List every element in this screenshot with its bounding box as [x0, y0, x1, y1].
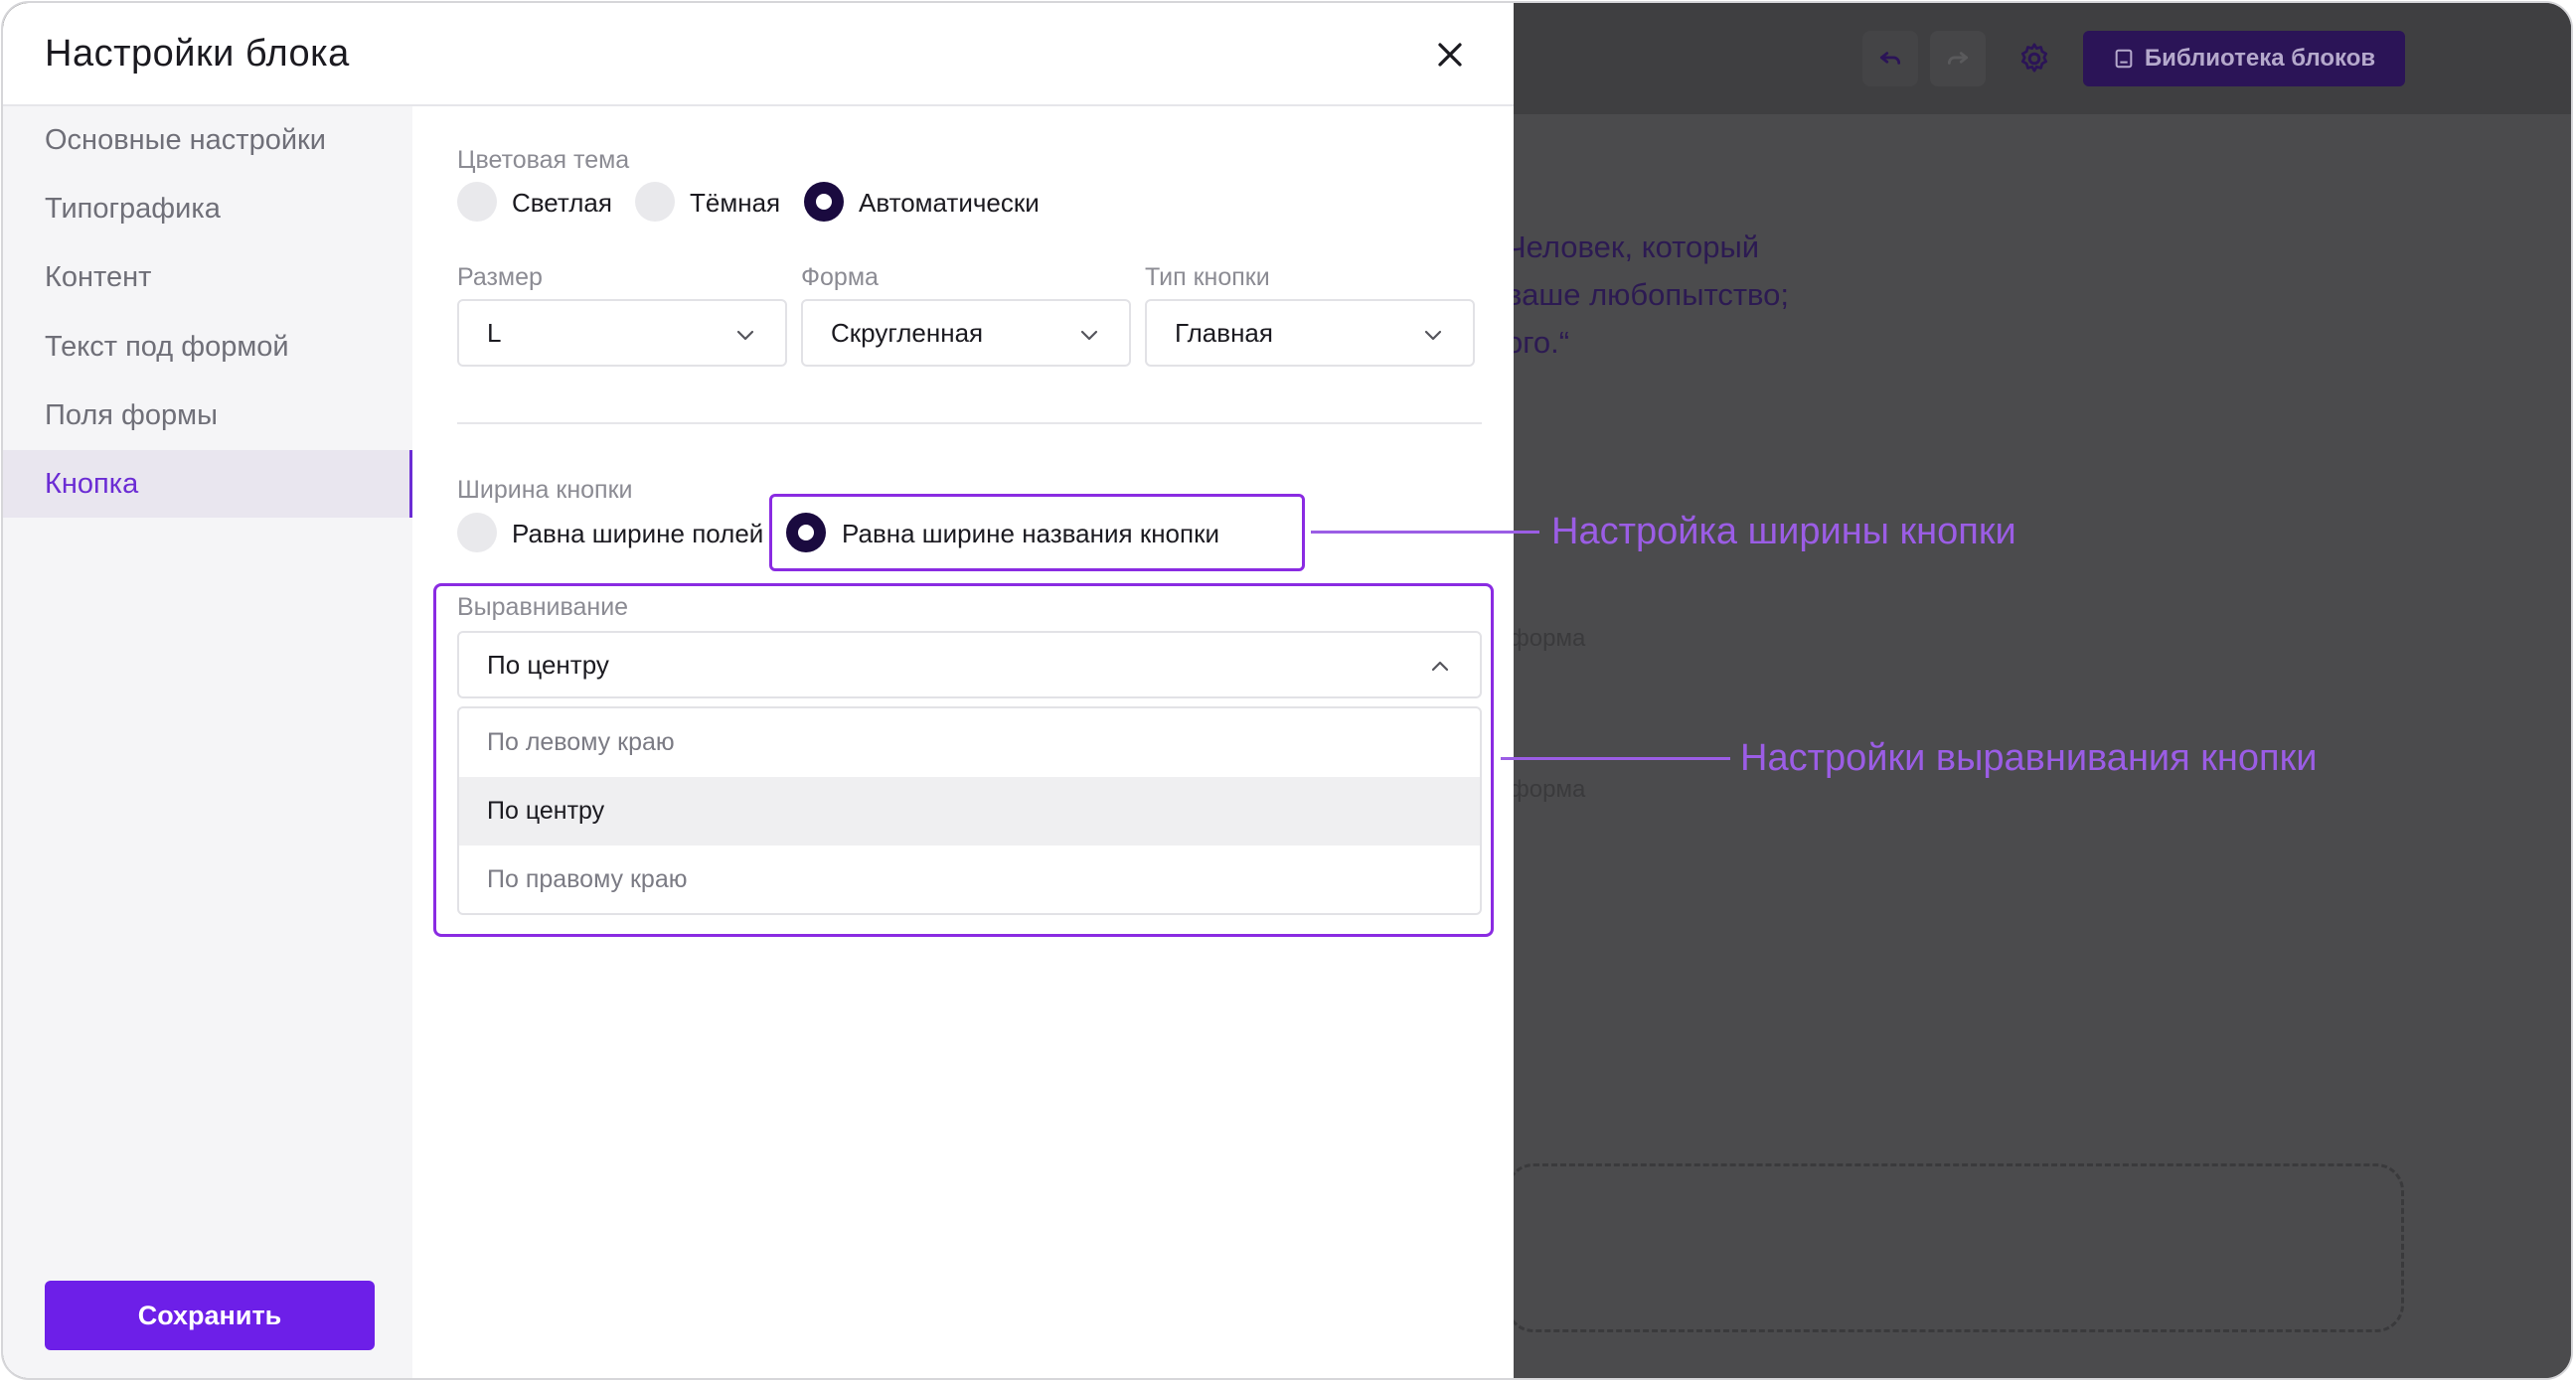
color-theme-label: Цветовая тема	[457, 146, 630, 174]
sidebar-item-typography[interactable]: Типографика	[3, 175, 412, 242]
sidebar-item-content[interactable]: Контент	[3, 243, 412, 311]
sidebar-item-button[interactable]: Кнопка	[3, 450, 412, 518]
shape-value: Скругленная	[831, 317, 984, 348]
chevron-down-icon	[1080, 330, 1098, 341]
sidebar-item-text-under-form[interactable]: Текст под формой	[3, 313, 412, 381]
quote-text: Человек, который ваше любопытство; ого.“	[1506, 230, 1790, 360]
size-label: Размер	[457, 263, 543, 291]
undo-icon	[1879, 52, 1901, 65]
app-frame: Библиотека блоков Человек, который ваше …	[1, 1, 2573, 1380]
button-width-label: Ширина кнопки	[457, 476, 633, 504]
shape-select[interactable]: Скругленная	[801, 299, 1131, 367]
close-icon	[1438, 43, 1462, 67]
alignment-callout-line	[1501, 757, 1730, 760]
library-icon	[2115, 49, 2133, 69]
gear-icon	[2020, 43, 2048, 73]
width-callout: Настройка ширины кнопки	[1551, 511, 2016, 552]
button-type-select[interactable]: Главная	[1145, 299, 1475, 367]
radio-width-fields-label: Равна ширине полей	[512, 519, 764, 548]
close-button[interactable]	[1428, 33, 1472, 77]
section-divider	[457, 422, 1482, 424]
settings-button[interactable]	[2007, 31, 2062, 86]
sidebar-item-basic[interactable]: Основные настройки	[3, 106, 412, 174]
radio-auto[interactable]	[804, 182, 844, 222]
redo-icon	[1947, 52, 1969, 65]
block-library-label: Библиотека блоков	[2144, 45, 2376, 72]
button-type-value: Главная	[1175, 317, 1273, 348]
settings-sidebar: Основные настройки Типографика Контент Т…	[3, 106, 412, 1378]
size-select[interactable]: L	[457, 299, 787, 367]
sidebar-item-form-fields[interactable]: Поля формы	[3, 382, 412, 449]
radio-light-label: Светлая	[512, 188, 612, 218]
width-callout-line	[1311, 531, 1539, 534]
radio-width-fields[interactable]	[457, 513, 497, 552]
alignment-highlight-box	[433, 583, 1494, 937]
radio-dark[interactable]	[635, 182, 675, 222]
width-highlight-box	[769, 494, 1305, 571]
button-type-label: Тип кнопки	[1145, 263, 1270, 291]
chevron-down-icon	[1424, 330, 1442, 341]
shape-label: Форма	[801, 263, 879, 291]
block-library-button[interactable]: Библиотека блоков	[2083, 31, 2405, 86]
radio-dark-label: Тёмная	[690, 188, 781, 218]
radio-auto-label: Автоматически	[859, 188, 1040, 218]
undo-button[interactable]	[1862, 31, 1918, 86]
chevron-down-icon	[736, 330, 754, 341]
redo-button[interactable]	[1930, 31, 1986, 86]
radio-light[interactable]	[457, 182, 497, 222]
size-value: L	[487, 317, 502, 348]
save-button[interactable]: Сохранить	[45, 1281, 375, 1350]
alignment-callout: Настройки выравнивания кнопки	[1740, 737, 2318, 779]
form-field-label: форма	[1510, 625, 1586, 652]
drop-zone[interactable]	[1506, 1163, 2404, 1332]
modal-title: Настройки блока	[45, 33, 350, 75]
form-field-label: форма	[1510, 776, 1586, 803]
modal-header: Настройки блока	[3, 3, 1514, 106]
